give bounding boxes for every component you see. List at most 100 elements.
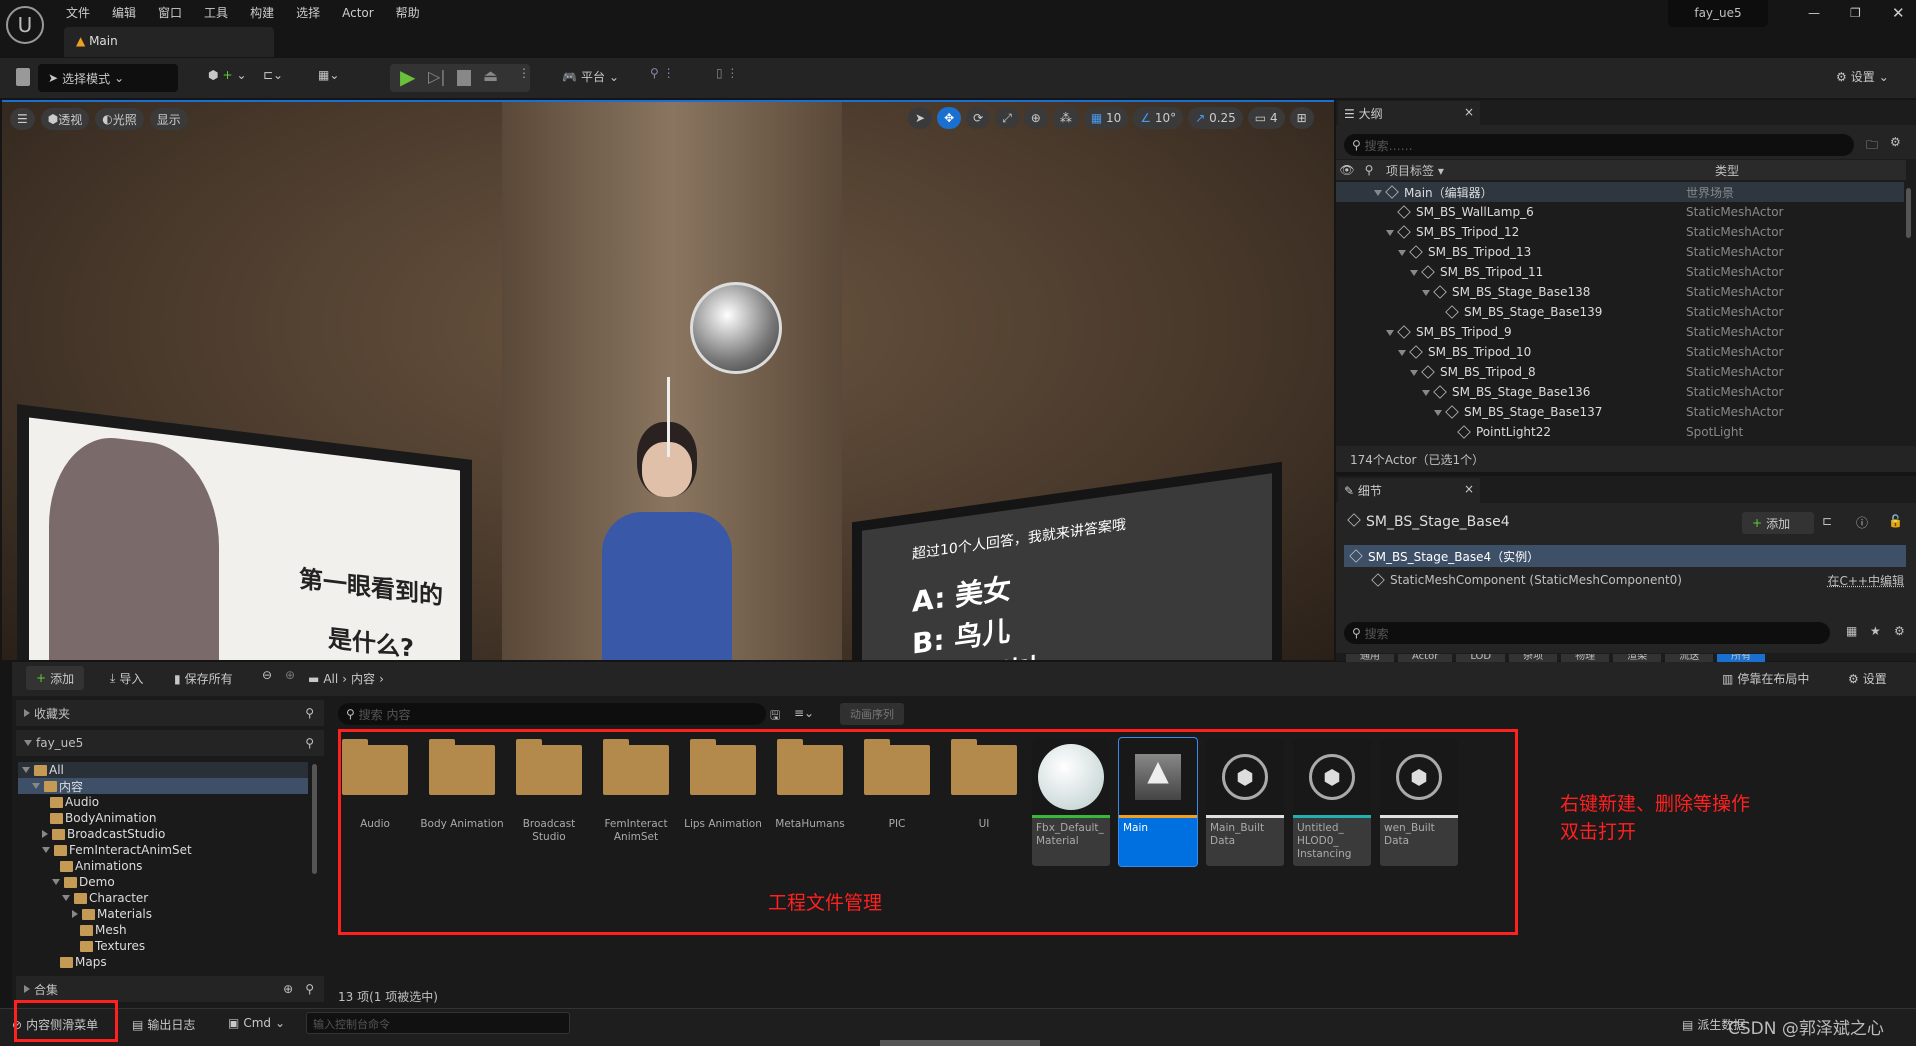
ue-logo[interactable]: U (6, 6, 44, 44)
folder-tree-item[interactable]: BroadcastStudio (18, 826, 308, 842)
details-component-row[interactable]: StaticMeshComponent (StaticMeshComponent… (1371, 570, 1905, 590)
folder-tree-item[interactable]: All (18, 762, 308, 778)
expand-arrow-icon[interactable] (1422, 390, 1430, 396)
scale-tool[interactable]: ⤢ (995, 107, 1019, 129)
scale-snap[interactable]: ↗ 0.25 (1188, 107, 1243, 129)
cmd-dropdown[interactable]: ▣ Cmd ⌄ (228, 1016, 285, 1030)
outliner-row[interactable]: SM_BS_Tripod_13 StaticMeshActor (1336, 242, 1904, 262)
outliner-row[interactable]: SM_BS_Stage_Base136 StaticMeshActor (1336, 382, 1904, 402)
level-viewport[interactable]: 第一眼看到的 是什么? 超过10个人回答，我就来讲答案哦 A: 美女 B: 鸟儿 … (2, 100, 1334, 660)
outliner-row[interactable]: SM_BS_Tripod_11 StaticMeshActor (1336, 262, 1904, 282)
folder-tree-item[interactable]: Textures (18, 938, 308, 954)
settings-dropdown[interactable]: ⚙ 设置 ⌄ (1836, 68, 1889, 85)
details-filter-tab[interactable]: 渲染 (1613, 654, 1662, 662)
edit-in-cpp-link[interactable]: 在C++中编辑 (1828, 572, 1905, 589)
search-icon[interactable]: ⚲ (305, 736, 314, 750)
close-tab-icon[interactable]: × (1464, 482, 1474, 496)
menu-item[interactable]: 工具 (204, 6, 228, 20)
lock-icon[interactable]: 🔓 (1888, 514, 1903, 528)
folder-tree-item[interactable]: Mesh (18, 922, 308, 938)
search-icon[interactable]: ⚲ (305, 982, 314, 996)
output-log-button[interactable]: ▤ 输出日志 (132, 1016, 195, 1033)
close-tab-icon[interactable]: × (1464, 105, 1474, 119)
expand-arrow-icon[interactable] (1410, 270, 1418, 276)
outliner-row[interactable]: PointLight22 SpotLight (1336, 422, 1904, 442)
expand-arrow-icon[interactable] (1386, 230, 1394, 236)
folder-tree-item[interactable]: Audio (18, 794, 308, 810)
save-search-icon[interactable]: 🖫 (770, 706, 780, 727)
minimize-button[interactable]: — (1808, 6, 1820, 20)
outliner-row[interactable]: SM_BS_WallLamp_6 StaticMeshActor (1336, 202, 1904, 222)
column-type-header[interactable]: 类型 (1710, 162, 1739, 179)
menu-item[interactable]: 选择 (296, 6, 320, 20)
outliner-row[interactable]: SM_BS_Tripod_12 StaticMeshActor (1336, 222, 1904, 242)
filter-chip-animation-sequence[interactable]: 动画序列 (840, 703, 904, 725)
gear-icon[interactable]: ⚙ (1894, 624, 1905, 638)
folder-tree-item[interactable]: Maps (18, 954, 308, 970)
forward-button[interactable]: ⊕ (285, 668, 295, 682)
menu-item[interactable]: 文件 (66, 6, 90, 20)
world-local-icon[interactable]: ⊕ (1023, 107, 1048, 129)
details-filter-tab[interactable]: 流送 (1665, 654, 1714, 662)
select-tool[interactable]: ➤ (908, 107, 933, 129)
grid-snap[interactable]: ▦ 10 (1083, 107, 1129, 129)
favorites-section[interactable]: 收藏夹 ⚲ (16, 700, 324, 726)
details-instance-row[interactable]: SM_BS_Stage_Base4（实例） (1344, 545, 1906, 567)
menu-item[interactable]: 构建 (250, 6, 274, 20)
close-button[interactable]: ✕ (1892, 4, 1905, 22)
play-options-button[interactable]: ⋮ (518, 66, 530, 80)
menu-item[interactable]: Actor (342, 6, 374, 20)
add-actor-button[interactable]: ⬢ + ⌄ (208, 68, 247, 82)
folder-tree-item[interactable]: Materials (18, 906, 308, 922)
menu-item[interactable]: 窗口 (158, 6, 182, 20)
breadcrumb-content[interactable]: 内容 (351, 670, 375, 687)
menu-item[interactable]: 帮助 (396, 6, 420, 20)
viewport-menu-button[interactable]: ☰ (10, 108, 35, 130)
select-mode-dropdown[interactable]: ➤ 选择模式 ⌄ (38, 64, 178, 92)
table-view-icon[interactable]: ▦ (1846, 624, 1857, 638)
collections-section[interactable]: 合集 ⊕ ⚲ (16, 976, 324, 1002)
move-tool[interactable]: ✥ (937, 107, 962, 129)
details-filter-tab[interactable]: 物理 (1561, 654, 1610, 662)
surface-snap-icon[interactable]: ⁂ (1052, 107, 1079, 129)
filter-dropdown[interactable]: ≡⌄ (794, 706, 814, 720)
outliner-search[interactable]: ⚲ 搜索…… (1344, 134, 1854, 156)
cinematics-button[interactable]: ▦⌄ (318, 68, 339, 82)
blueprint-icon[interactable]: ⊏ (1822, 514, 1832, 528)
outliner-row[interactable]: SM_BS_Tripod_9 StaticMeshActor (1336, 322, 1904, 342)
menu-item[interactable]: 编辑 (112, 6, 136, 20)
rotation-snap[interactable]: ∠ 10° (1133, 107, 1184, 129)
device-icon[interactable]: ▯ ⋮ (716, 66, 738, 80)
folder-tree-item[interactable]: Animations (18, 858, 308, 874)
breadcrumb-all[interactable]: All (323, 672, 338, 686)
details-filter-tab[interactable]: LOD (1456, 654, 1506, 662)
project-section[interactable]: fay_ue5 ⚲ (16, 730, 324, 756)
expand-arrow-icon[interactable] (1374, 190, 1382, 196)
help-icon[interactable]: ⓘ (1856, 514, 1868, 531)
content-settings-button[interactable]: ⚙ 设置 (1848, 670, 1887, 687)
details-filter-tab[interactable]: Actor (1398, 654, 1453, 662)
rotate-tool[interactable]: ⟳ (966, 107, 991, 129)
blueprint-button[interactable]: ⊏⌄ (263, 68, 283, 82)
content-search[interactable]: ⚲ 搜索 内容 (338, 703, 766, 725)
add-folder-icon[interactable]: 🗀 (1866, 136, 1878, 157)
tree-scrollbar[interactable] (312, 764, 317, 874)
details-filter-tab[interactable]: 所有 (1717, 654, 1766, 662)
back-button[interactable]: ⊖ (262, 668, 272, 682)
play-button[interactable]: ▶ (400, 65, 415, 89)
folder-tree-item[interactable]: 内容 (18, 778, 308, 794)
search-icon[interactable]: ⚲ (305, 706, 314, 720)
folder-tree-item[interactable]: BodyAnimation (18, 810, 308, 826)
gear-icon[interactable]: ⚙ (1890, 135, 1901, 149)
lighting-button[interactable]: ◐ 光照 (95, 108, 144, 130)
details-filter-tab[interactable]: 通用 (1346, 654, 1394, 662)
bottom-scrollbar[interactable] (880, 1040, 1040, 1046)
save-icon[interactable] (16, 68, 30, 86)
layout-icon[interactable]: ⊞ (1289, 107, 1314, 129)
dock-in-layout-button[interactable]: ▥ 停靠在布局中 (1722, 670, 1809, 687)
import-button[interactable]: ⤓ 导入 (110, 670, 143, 687)
platform-dropdown[interactable]: 🎮 平台 ⌄ (562, 68, 619, 85)
outliner-row[interactable]: Main（编辑器） 世界场景 (1336, 182, 1904, 202)
add-button[interactable]: + 添加 (26, 666, 85, 690)
restore-button[interactable]: ❐ (1850, 6, 1861, 20)
